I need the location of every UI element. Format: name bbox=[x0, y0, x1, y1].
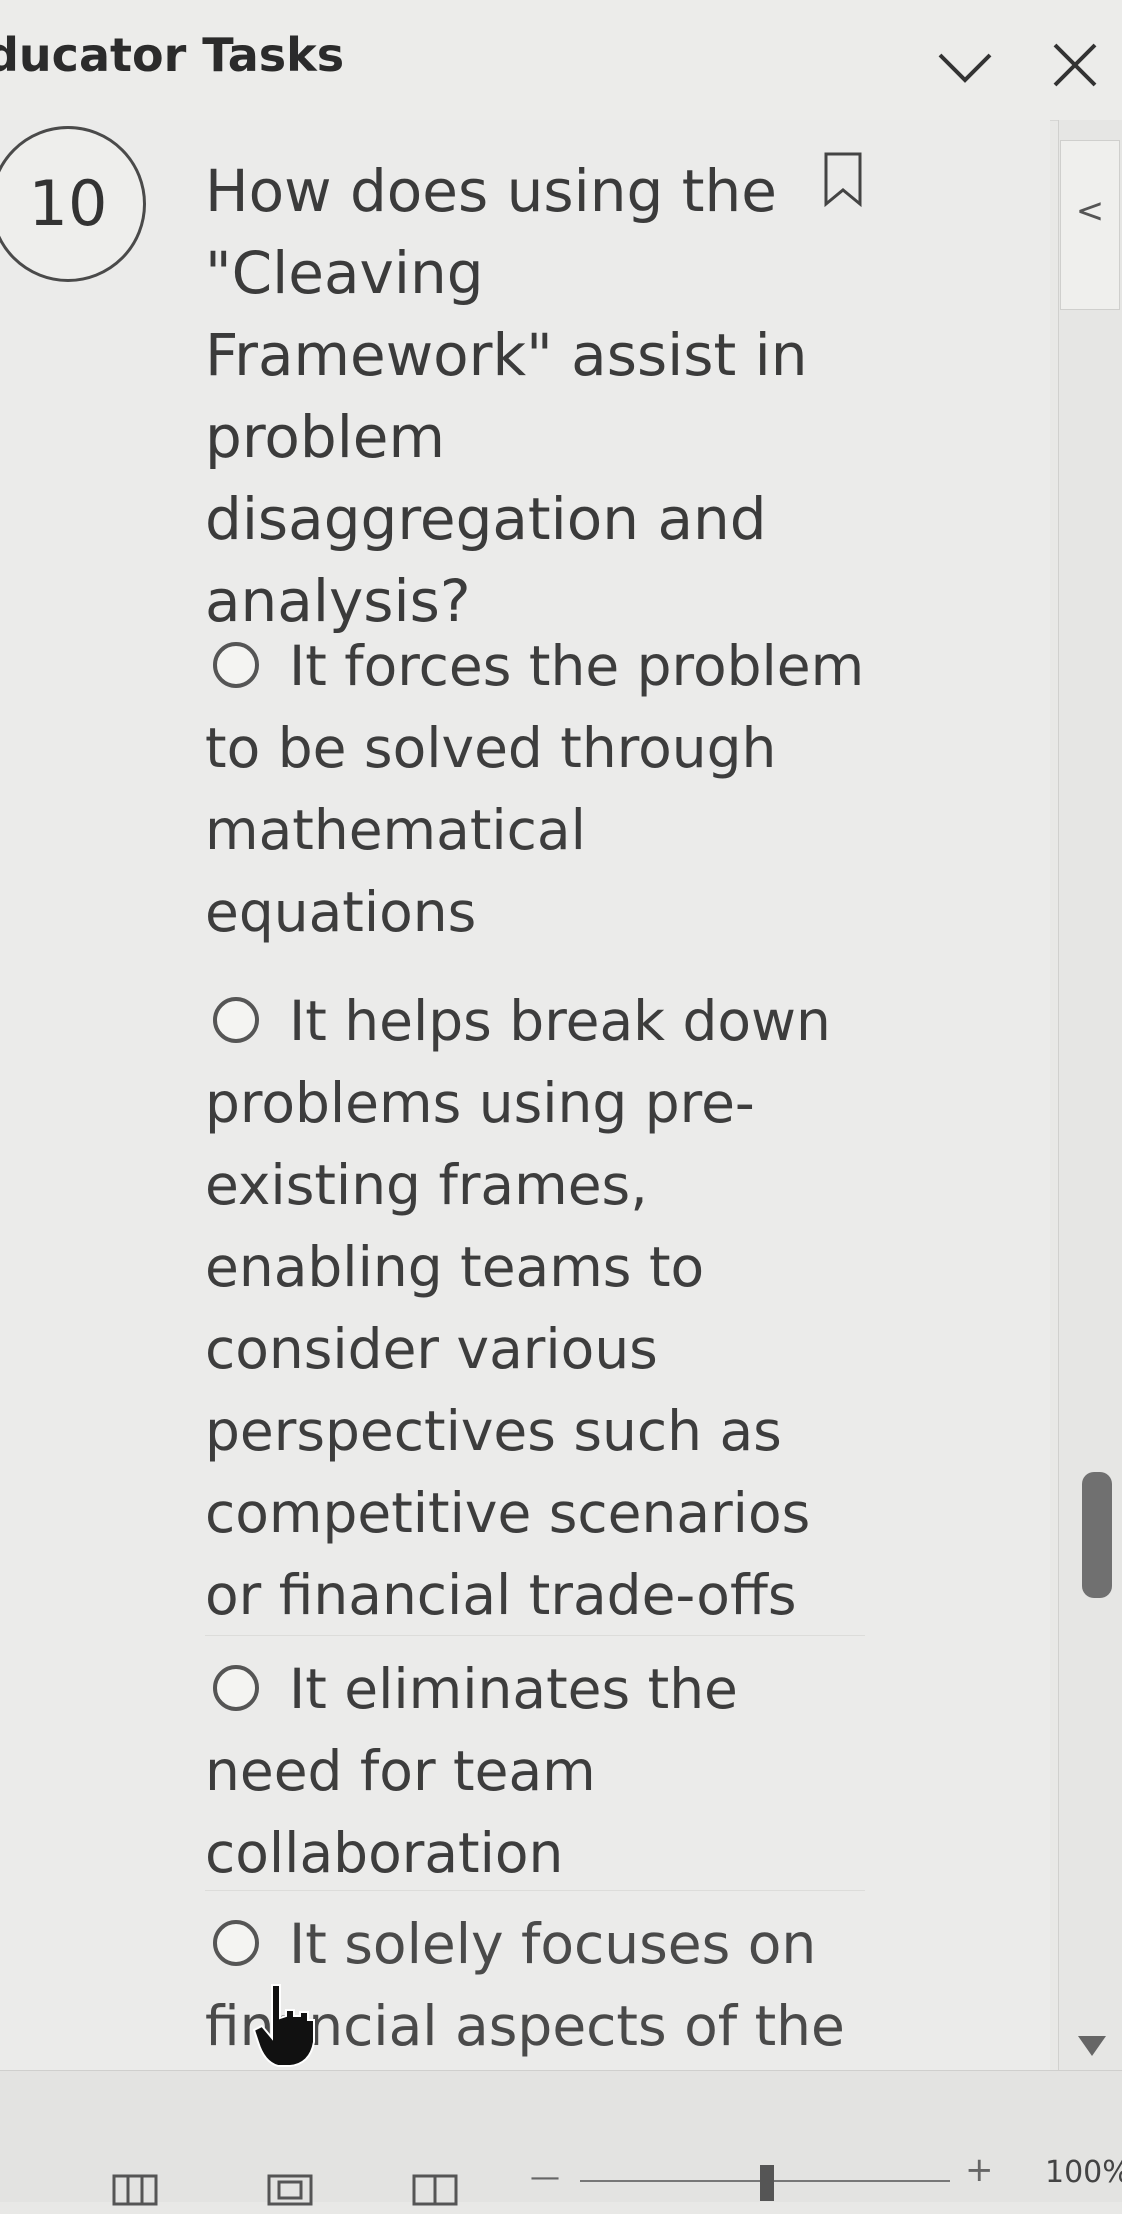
status-bar bbox=[0, 2070, 1122, 2202]
question-number: 10 bbox=[0, 126, 146, 282]
page-layout-button[interactable] bbox=[265, 2170, 315, 2210]
answer-option-label: It helps break down problems using pre-e… bbox=[205, 989, 831, 1627]
bookmark-icon bbox=[824, 152, 862, 208]
answer-option-label: It eliminates the need for team collabor… bbox=[205, 1657, 738, 1885]
scroll-down-button[interactable] bbox=[1074, 2030, 1110, 2060]
zoom-out-button[interactable]: — bbox=[530, 2160, 560, 2195]
normal-view-button[interactable] bbox=[110, 2170, 160, 2210]
page-break-icon bbox=[412, 2174, 458, 2206]
answer-option-label: It forces the problem to be solved throu… bbox=[205, 634, 865, 944]
radio-button[interactable] bbox=[213, 641, 259, 688]
grid-view-icon bbox=[112, 2174, 158, 2206]
close-button[interactable] bbox=[1040, 30, 1110, 100]
side-panel-toggle[interactable]: < bbox=[1060, 140, 1120, 310]
radio-button[interactable] bbox=[213, 1664, 259, 1711]
radio-button[interactable] bbox=[213, 996, 259, 1043]
question-text: How does using the "Cleaving Framework" … bbox=[205, 157, 808, 635]
page-break-preview-button[interactable] bbox=[410, 2170, 460, 2210]
answer-option-2[interactable]: It helps break down problems using pre-e… bbox=[205, 980, 865, 1636]
answer-option-3[interactable]: It eliminates the need for team collabor… bbox=[205, 1635, 865, 1894]
panel-title: ducator Tasks bbox=[0, 28, 345, 82]
chevron-down-icon bbox=[938, 53, 992, 83]
answer-option-1[interactable]: It forces the problem to be solved throu… bbox=[205, 625, 865, 953]
side-panel-toggle-label: < bbox=[1075, 191, 1105, 231]
scrollbar-track[interactable] bbox=[1058, 120, 1122, 2070]
scrollbar-thumb[interactable] bbox=[1082, 1472, 1112, 1598]
zoom-slider-thumb[interactable] bbox=[760, 2165, 774, 2201]
collapse-button[interactable] bbox=[930, 30, 1000, 100]
zoom-level[interactable]: 100% bbox=[1045, 2155, 1122, 2190]
question-panel: 10 How does using the "Cleaving Framewor… bbox=[0, 120, 1050, 2070]
hand-pointer-icon bbox=[252, 1984, 315, 2067]
close-icon bbox=[1053, 43, 1097, 87]
zoom-in-button[interactable]: + bbox=[965, 2150, 994, 2190]
panel-header: ducator Tasks bbox=[0, 0, 1122, 121]
radio-button[interactable] bbox=[213, 1919, 259, 1966]
page-layout-icon bbox=[267, 2174, 313, 2206]
triangle-down-icon bbox=[1078, 2036, 1106, 2056]
bookmark-button[interactable] bbox=[818, 150, 868, 210]
